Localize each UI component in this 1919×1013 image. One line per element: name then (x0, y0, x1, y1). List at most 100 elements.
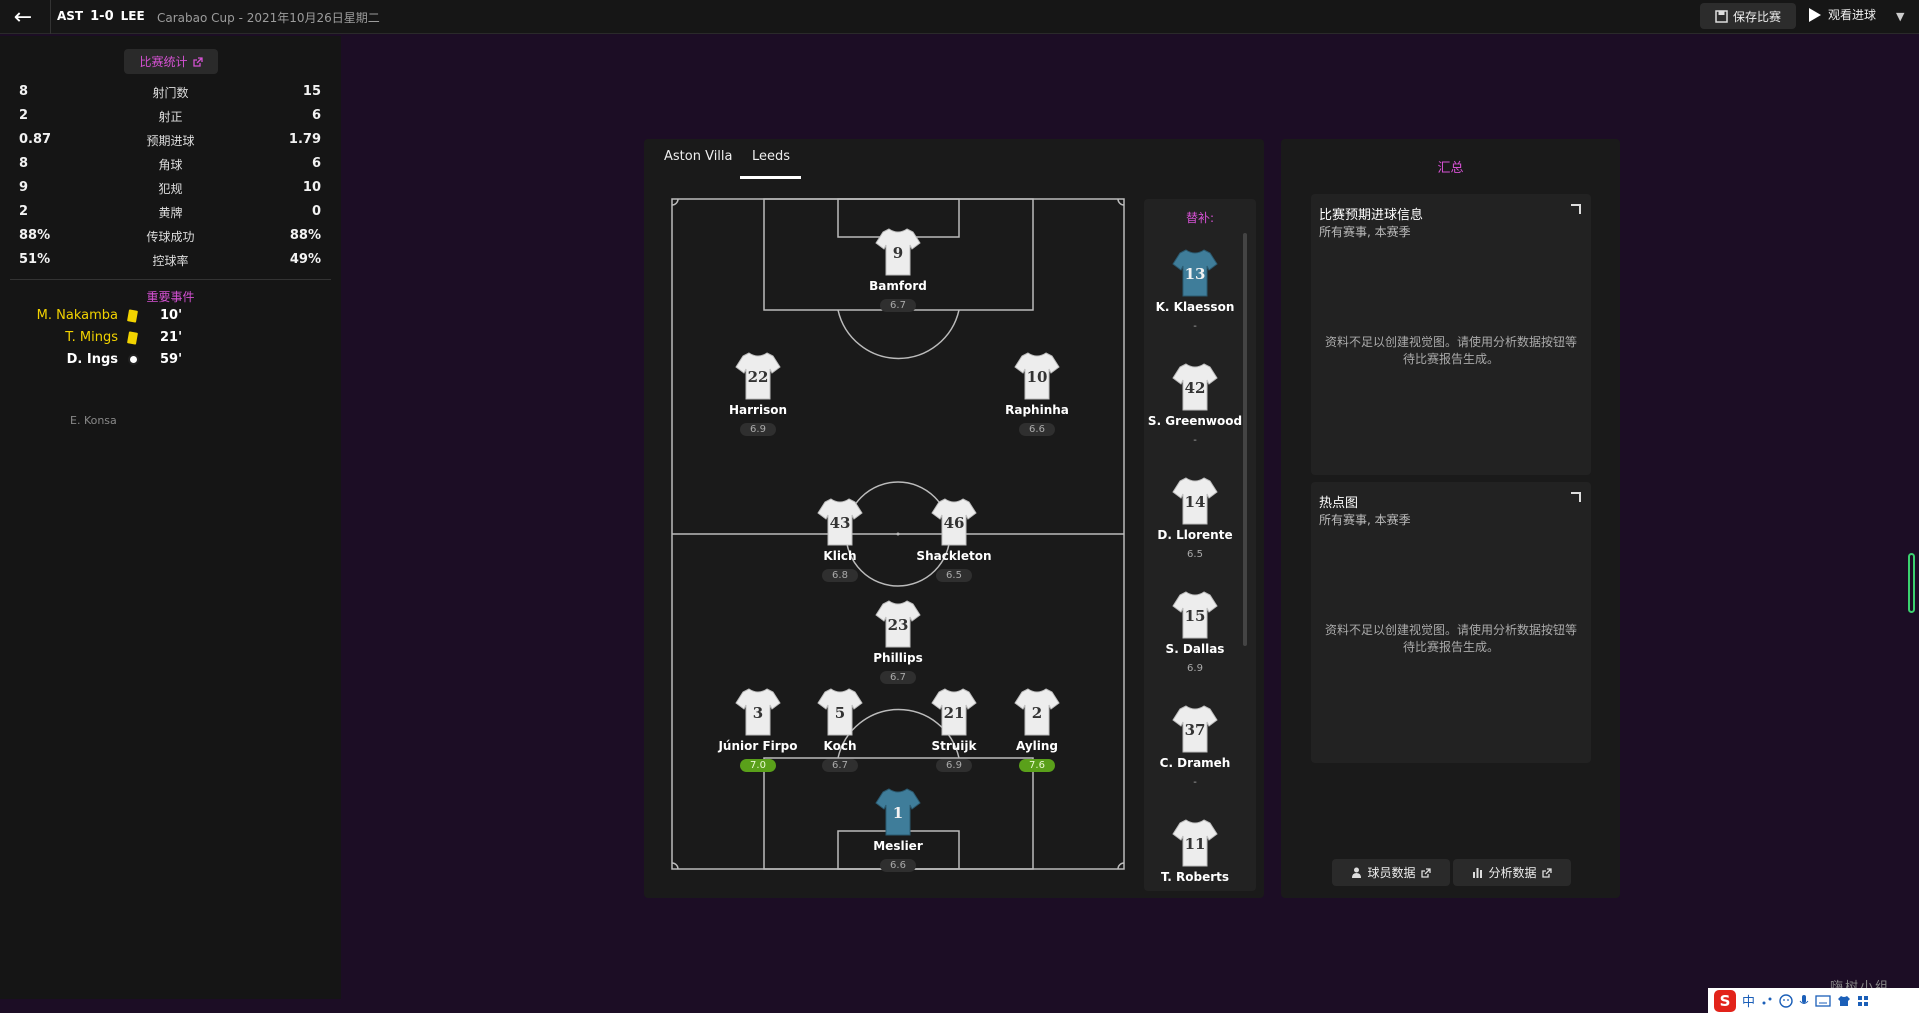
white-shirt-icon: 14 (1172, 477, 1218, 525)
white-shirt-icon: 43 (817, 498, 863, 546)
player-rating: - (1193, 777, 1197, 788)
assist-player[interactable]: E. Konsa (70, 414, 117, 427)
chevron-down-icon[interactable]: ▼ (1896, 10, 1904, 23)
watch-goals-button[interactable]: 观看进球 (1808, 6, 1876, 23)
player-card[interactable]: 1 Meslier 6.6 (843, 787, 953, 872)
player-card[interactable]: 22 Harrison 6.9 (703, 351, 813, 436)
substitutes-panel: 替补: 13 K. Klaesson - 42 S. Greenwood - 1… (1144, 199, 1256, 891)
white-shirt-icon: 11 (1172, 819, 1218, 867)
player-name: S. Greenwood (1147, 414, 1243, 428)
event-row: T. Mings 21' (0, 328, 341, 348)
card-title: 比赛预期进球信息 (1319, 208, 1424, 223)
player-name: Harrison (728, 403, 788, 417)
stat-away: 6 (311, 156, 321, 171)
player-rating: 6.6 (880, 859, 916, 872)
player-name: S. Dallas (1165, 642, 1225, 656)
sub-player-card[interactable]: 11 T. Roberts (1144, 818, 1250, 891)
event-minute: 10' (160, 308, 183, 323)
key-events-title: 重要事件 (146, 290, 195, 304)
card-subtitle: 所有赛事, 本赛季 (1319, 513, 1411, 527)
sub-player-card[interactable]: 42 S. Greenwood - (1144, 362, 1250, 447)
stat-label: 角球 (158, 158, 183, 172)
white-shirt-icon: 37 (1172, 705, 1218, 753)
goalkeeper-shirt-icon: 13 (1172, 249, 1218, 297)
svg-text:1: 1 (893, 804, 903, 822)
keyboard-icon[interactable] (1815, 994, 1831, 1007)
divider (50, 0, 51, 34)
save-match-button[interactable]: 保存比赛 (1700, 3, 1796, 29)
white-shirt-icon: 46 (931, 498, 977, 546)
microphone-icon[interactable] (1799, 994, 1809, 1008)
back-arrow-icon[interactable]: ← (8, 4, 38, 30)
stat-away: 49% (289, 252, 321, 267)
svg-text:43: 43 (830, 514, 851, 532)
home-team-code: AST (57, 9, 84, 23)
svg-text:9: 9 (893, 244, 903, 262)
player-name: Ayling (1015, 739, 1059, 753)
player-card[interactable]: 46 Shackleton 6.5 (899, 497, 1009, 582)
analysis-data-button[interactable]: 分析数据 (1453, 859, 1571, 886)
competition-date: Carabao Cup - 2021年10月26日星期二 (157, 11, 380, 25)
white-shirt-icon: 21 (931, 688, 977, 736)
player-card[interactable]: 23 Phillips 6.7 (843, 599, 953, 684)
svg-text:14: 14 (1185, 493, 1206, 511)
lineup-panel: Aston Villa Leeds 9 Bamford 6.7 22 Harri… (644, 139, 1264, 898)
sub-player-card[interactable]: 37 C. Drameh - (1144, 704, 1250, 789)
player-rating: 6.7 (880, 299, 916, 312)
ime-tray: S 中 (1708, 988, 1919, 1013)
stat-row: 0.87 预期进球 1.79 (0, 128, 341, 152)
expand-icon[interactable] (1571, 492, 1581, 502)
event-player[interactable]: T. Mings (65, 330, 118, 345)
expand-icon (1541, 867, 1552, 878)
emoji-icon[interactable] (1779, 993, 1793, 1008)
sub-player-card[interactable]: 14 D. Llorente 6.5 (1144, 476, 1250, 561)
sogou-icon[interactable]: S (1714, 989, 1736, 1012)
player-rating: 6.5 (1187, 549, 1203, 560)
svg-text:42: 42 (1185, 379, 1206, 397)
player-card[interactable]: 10 Raphinha 6.6 (982, 351, 1092, 436)
stat-row: 8 射门数 15 (0, 80, 341, 104)
punctuation-icon[interactable] (1761, 995, 1773, 1007)
yellow-card-icon (127, 331, 138, 345)
stat-away: 0 (311, 204, 321, 219)
event-player[interactable]: D. Ings (67, 352, 118, 367)
page-scroll-indicator[interactable] (1908, 553, 1915, 613)
top-bar: ← AST 1-0 LEE Carabao Cup - 2021年10月26日星期二… (0, 0, 1919, 34)
divider (10, 279, 331, 280)
stat-away: 1.79 (288, 132, 321, 147)
player-card[interactable]: 9 Bamford 6.7 (843, 227, 953, 312)
match-stats-button[interactable]: 比赛统计 (124, 49, 218, 74)
player-name: T. Roberts (1160, 870, 1230, 884)
away-team-code: LEE (120, 9, 145, 23)
expand-icon[interactable] (1571, 204, 1581, 214)
card-message: 资料不足以创建视觉图。请使用分析数据按钮等待比赛报告生成。 (1324, 623, 1577, 654)
watch-goals-label: 观看进球 (1828, 8, 1877, 22)
player-rating: - (1193, 435, 1197, 446)
player-card[interactable]: 5 Koch 6.7 (785, 687, 895, 772)
sub-player-card[interactable]: 13 K. Klaesson - (1144, 248, 1250, 333)
skin-icon[interactable] (1837, 995, 1851, 1007)
svg-text:21: 21 (944, 704, 965, 722)
player-name: C. Drameh (1159, 756, 1231, 770)
ime-language[interactable]: 中 (1742, 991, 1755, 1010)
player-data-button[interactable]: 球员数据 (1332, 859, 1450, 886)
player-rating: 6.6 (1019, 423, 1055, 436)
player-card[interactable]: 2 Ayling 7.6 (982, 687, 1092, 772)
player-rating: 6.7 (880, 671, 916, 684)
white-shirt-icon: 5 (817, 688, 863, 736)
stat-away: 6 (311, 108, 321, 123)
player-data-label: 球员数据 (1367, 866, 1416, 880)
svg-text:22: 22 (748, 368, 769, 386)
toolbox-icon[interactable] (1857, 995, 1869, 1007)
player-rating: 6.9 (936, 759, 972, 772)
stat-label: 射正 (158, 110, 183, 124)
card-message: 资料不足以创建视觉图。请使用分析数据按钮等待比赛报告生成。 (1324, 335, 1577, 366)
player-card[interactable]: 43 Klich 6.8 (785, 497, 895, 582)
white-shirt-icon: 22 (735, 352, 781, 400)
sub-player-card[interactable]: 15 S. Dallas 6.9 (1144, 590, 1250, 675)
event-minute: 59' (160, 352, 183, 367)
svg-text:37: 37 (1185, 721, 1206, 739)
event-player[interactable]: M. Nakamba (37, 308, 118, 323)
goalkeeper-shirt-icon: 1 (875, 788, 921, 836)
player-rating: 6.8 (822, 569, 858, 582)
